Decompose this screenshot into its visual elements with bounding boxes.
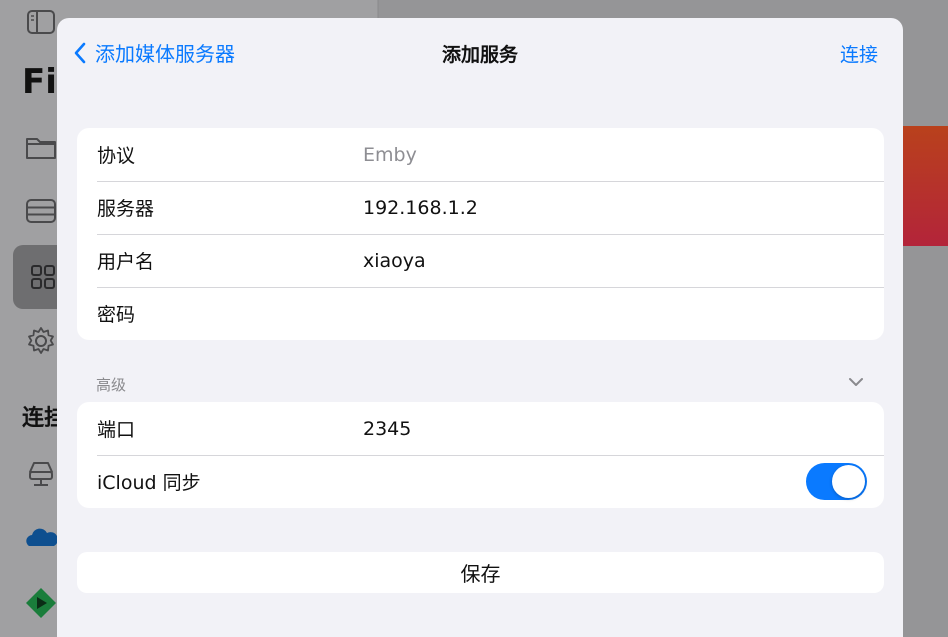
infuse-app-icon: [26, 588, 56, 618]
onedrive-icon: [26, 528, 58, 546]
password-label: 密码: [97, 304, 136, 326]
icloud-sync-row[interactable]: iCloud 同步: [77, 455, 884, 508]
protocol-label: 协议: [97, 145, 136, 167]
connect-button[interactable]: 连接: [840, 40, 878, 67]
icloud-sync-toggle[interactable]: [806, 463, 867, 500]
chevron-down-icon[interactable]: [847, 375, 865, 389]
save-button-label: 保存: [460, 562, 501, 586]
toggle-knob: [832, 465, 865, 498]
username-field[interactable]: xiaoya: [363, 250, 426, 272]
folder-icon: [26, 138, 56, 159]
server-form-group: 协议 Emby 服务器 192.168.1.2 用户名 xiaoya 密码: [77, 128, 884, 340]
port-field[interactable]: 2345: [363, 418, 411, 440]
chevron-left-icon: [74, 42, 86, 63]
background-title: Fi: [22, 62, 57, 102]
password-row[interactable]: 密码: [77, 287, 884, 340]
server-row[interactable]: 服务器 192.168.1.2: [77, 181, 884, 234]
port-label: 端口: [97, 419, 136, 441]
protocol-row[interactable]: 协议 Emby: [77, 128, 884, 181]
server-address-field[interactable]: 192.168.1.2: [363, 197, 478, 219]
add-service-sheet: 添加媒体服务器 添加服务 连接 协议 Emby 服务器 192.168.1.2 …: [57, 18, 903, 637]
advanced-section-header[interactable]: 高级: [96, 374, 126, 395]
back-button-label: 添加媒体服务器: [95, 42, 235, 66]
back-button[interactable]: 添加媒体服务器: [73, 38, 235, 67]
grid-icon: [31, 265, 55, 289]
save-button[interactable]: 保存: [77, 552, 884, 593]
server-rack-icon: [26, 199, 56, 223]
username-label: 用户名: [97, 251, 155, 273]
gear-icon: [28, 327, 54, 354]
icloud-sync-label: iCloud 同步: [97, 472, 201, 494]
port-row[interactable]: 端口 2345: [77, 402, 884, 455]
username-row[interactable]: 用户名 xiaoya: [77, 234, 884, 287]
protocol-picker[interactable]: Emby: [363, 144, 417, 166]
server-label: 服务器: [97, 198, 155, 220]
advanced-group: 端口 2345 iCloud 同步: [77, 402, 884, 508]
sidebar-toggle-icon: [27, 10, 55, 34]
network-drive-icon: [29, 462, 53, 486]
